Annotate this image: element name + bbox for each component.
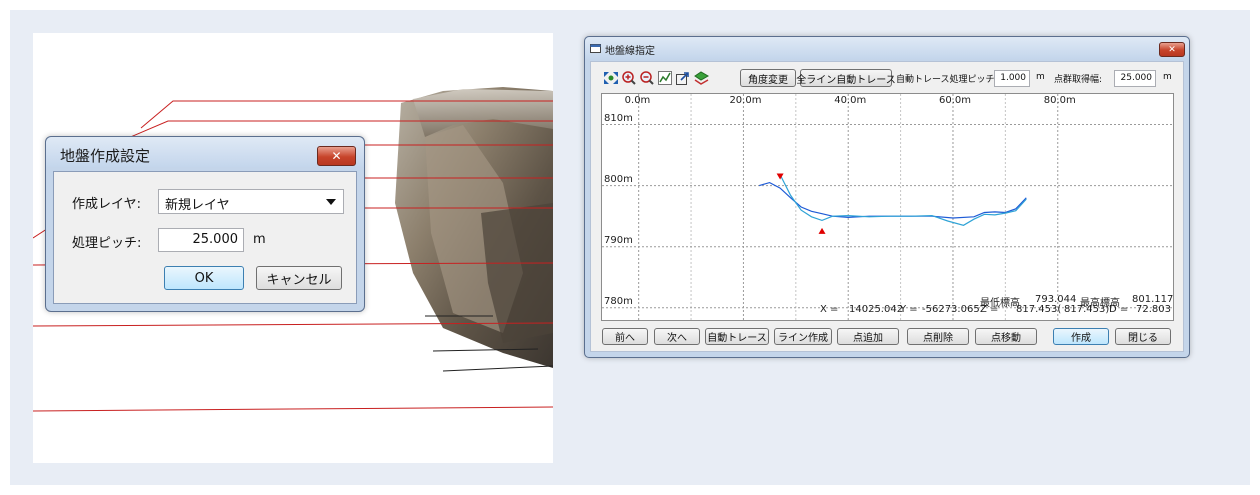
y-readout-value: -56273.065 bbox=[922, 304, 980, 315]
pitch-unit: m bbox=[253, 232, 266, 247]
ground-dialog-close-button[interactable]: ✕ bbox=[317, 146, 356, 166]
y-tick-label-1: 800m bbox=[604, 173, 633, 185]
auto-trace-button[interactable]: 自動トレース bbox=[705, 328, 769, 345]
ground-settings-dialog: 地盤作成設定 ✕ 作成レイヤ: 新規レイヤ 処理ピッチ: 25.000 m OK… bbox=[45, 136, 365, 312]
profile-series-1 bbox=[779, 174, 1027, 226]
x-tick-label-3: 60.0m bbox=[938, 95, 971, 106]
move-point-button[interactable]: 点移動 bbox=[975, 328, 1037, 345]
create-button[interactable]: 作成 bbox=[1053, 328, 1109, 345]
layer-select-value: 新規レイヤ bbox=[165, 198, 230, 213]
point-width-label: 点群取得幅: bbox=[1054, 75, 1103, 85]
trace-pitch-unit: m bbox=[1036, 72, 1045, 82]
d-readout-value: 72.803 bbox=[1136, 304, 1171, 315]
layer-label: 作成レイヤ: bbox=[72, 197, 141, 212]
y-tick-label-0: 810m bbox=[604, 112, 633, 124]
screenshot-stage: 地盤作成設定 ✕ 作成レイヤ: 新規レイヤ 処理ピッチ: 25.000 m OK… bbox=[0, 0, 1260, 495]
y-readout-label: Y = bbox=[900, 304, 918, 315]
trace-pitch-input[interactable]: 1.000 bbox=[994, 70, 1030, 87]
window-icon bbox=[590, 44, 601, 53]
trace-pitch-label: 自動トレース処理ピッチ: bbox=[896, 75, 998, 85]
line-dialog-close-button[interactable]: ✕ bbox=[1159, 42, 1185, 57]
pitch-label: 処理ピッチ: bbox=[72, 236, 142, 251]
y-tick-label-3: 780m bbox=[604, 295, 633, 307]
ground-dialog-title: 地盤作成設定 bbox=[60, 147, 151, 165]
line-dialog-title: 地盤線指定 bbox=[605, 46, 655, 57]
pitch-input-value: 25.000 bbox=[192, 232, 239, 247]
z-readout-paren: 817.453) bbox=[1064, 304, 1110, 315]
profile-chart bbox=[602, 94, 1173, 320]
chevron-down-icon bbox=[326, 199, 336, 205]
pitch-input[interactable]: 25.000 bbox=[158, 228, 244, 252]
point-width-unit: m bbox=[1163, 72, 1172, 82]
close-icon: ✕ bbox=[1168, 44, 1176, 55]
next-button[interactable]: 次へ bbox=[654, 328, 700, 345]
d-readout-label: D = bbox=[1109, 304, 1129, 315]
x-readout-value: 14025.042 bbox=[849, 304, 904, 315]
y-tick-label-2: 790m bbox=[604, 234, 633, 246]
z-readout-label: Z = bbox=[980, 304, 999, 315]
chart-icon[interactable] bbox=[658, 71, 672, 85]
angle-change-button[interactable]: 角度変更 bbox=[740, 69, 796, 87]
x-tick-label-4: 80.0m bbox=[1043, 95, 1076, 106]
close-button[interactable]: 閉じる bbox=[1115, 328, 1171, 345]
zoom-in-icon[interactable] bbox=[622, 71, 636, 85]
x-tick-label-1: 20.0m bbox=[729, 95, 762, 106]
point-width-value: 25.000 bbox=[1120, 73, 1153, 83]
cancel-button[interactable]: キャンセル bbox=[256, 266, 342, 290]
line-create-button[interactable]: ライン作成 bbox=[774, 328, 832, 345]
edge-line-3 bbox=[442, 365, 553, 372]
close-icon: ✕ bbox=[331, 149, 342, 163]
layer-select[interactable]: 新規レイヤ bbox=[158, 189, 344, 214]
line-dialog-titlebar[interactable] bbox=[585, 37, 1189, 59]
section-profile-plot[interactable]: 最低標高 793.044 最高標高 801.117 X = 14025.042 … bbox=[601, 93, 1174, 321]
x-readout-label: X = bbox=[820, 304, 839, 315]
ground-line-dialog: 地盤線指定 ✕ 角度変更 全ライン自動トレース 自動トレース処理ピッチ: 1.0… bbox=[584, 36, 1190, 358]
trace-pitch-value: 1.000 bbox=[1000, 73, 1026, 83]
marker-up-1 bbox=[818, 227, 826, 234]
point-width-input[interactable]: 25.000 bbox=[1114, 70, 1156, 87]
ok-button[interactable]: OK bbox=[164, 266, 244, 290]
z-readout-value: 817.453( bbox=[1016, 304, 1062, 315]
x-tick-label-0: 0.0m bbox=[624, 95, 651, 106]
profile-series-0 bbox=[759, 181, 1027, 219]
auto-trace-all-button[interactable]: 全ライン自動トレース bbox=[796, 69, 896, 87]
layer-icon[interactable] bbox=[694, 71, 709, 85]
zoom-out-icon[interactable] bbox=[640, 71, 654, 85]
x-tick-label-2: 40.0m bbox=[834, 95, 867, 106]
add-point-button[interactable]: 点追加 bbox=[837, 328, 899, 345]
section-line-8 bbox=[33, 406, 553, 412]
export-icon[interactable] bbox=[676, 71, 690, 85]
prev-button[interactable]: 前へ bbox=[602, 328, 648, 345]
delete-point-button[interactable]: 点削除 bbox=[907, 328, 969, 345]
zoom-fit-icon[interactable] bbox=[603, 71, 619, 85]
